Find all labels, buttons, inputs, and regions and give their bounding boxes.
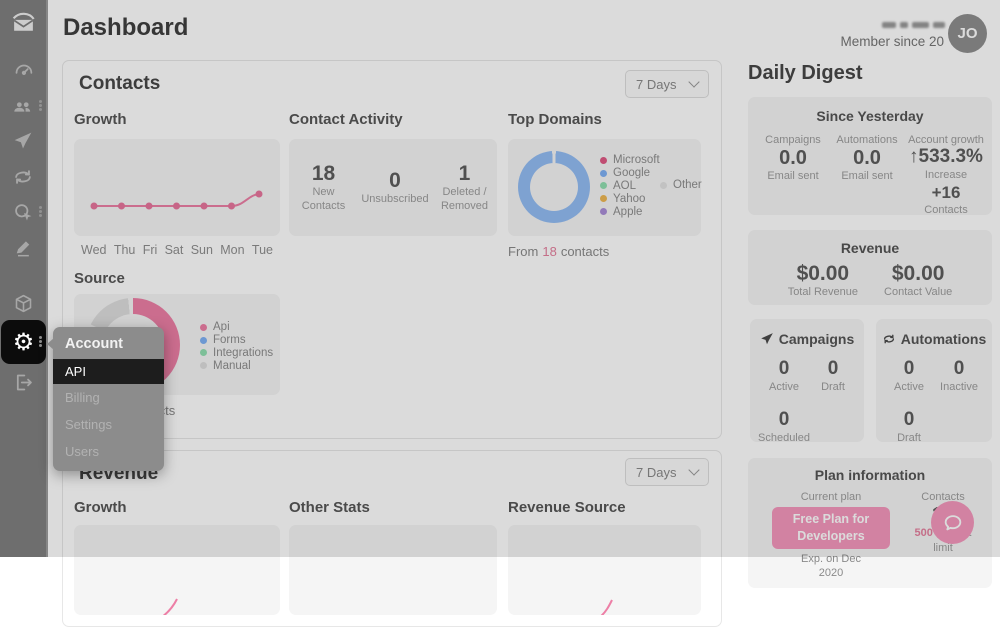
menu-item-users[interactable]: Users xyxy=(53,438,164,465)
settings-kebab-menu-icon[interactable] xyxy=(39,336,42,339)
gear-icon: ⚙ xyxy=(13,330,35,354)
menu-item-billing[interactable]: Billing xyxy=(53,384,164,411)
account-context-menu: Account API Billing Settings Users xyxy=(53,327,164,471)
menu-header: Account xyxy=(53,327,164,359)
menu-item-settings[interactable]: Settings xyxy=(53,411,164,438)
menu-item-api[interactable]: API xyxy=(53,359,164,384)
tour-dim-overlay xyxy=(0,0,1000,557)
settings-gear-button[interactable]: ⚙ xyxy=(1,320,46,364)
